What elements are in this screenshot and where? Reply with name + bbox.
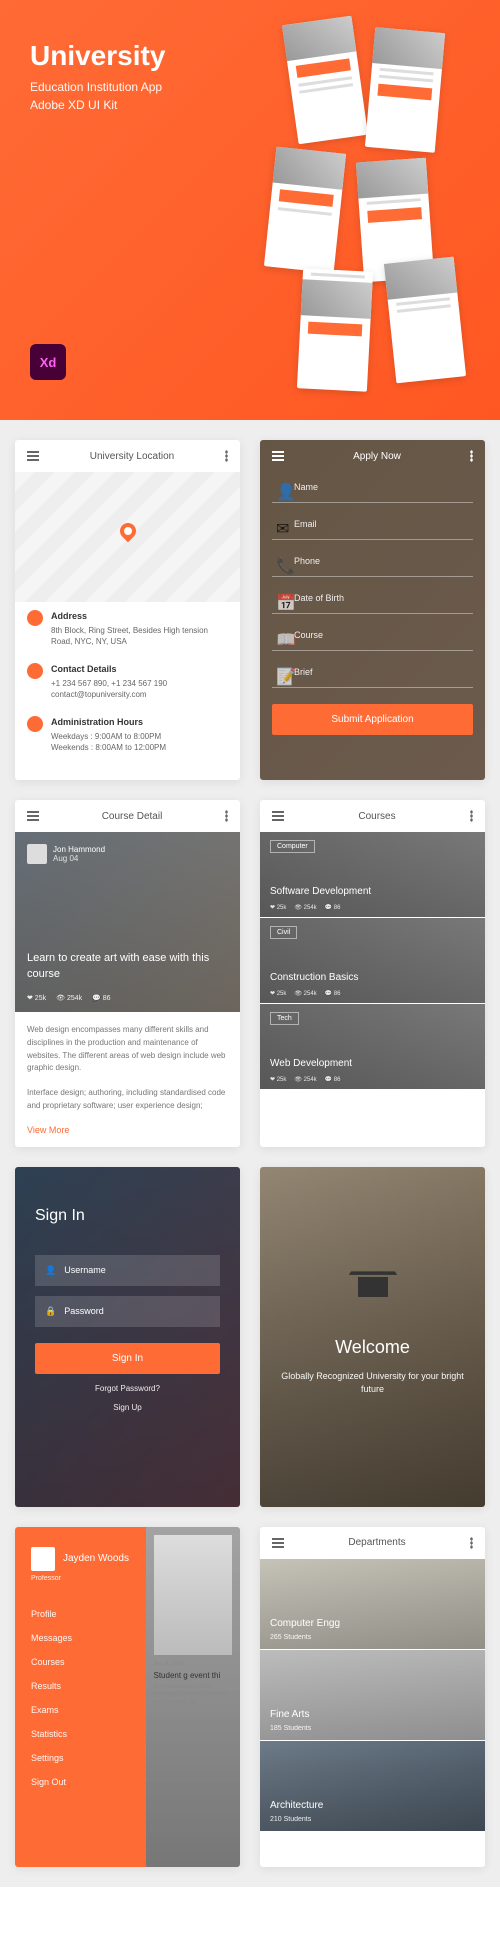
location-screen: University Location Address8th Block, Ri… bbox=[15, 440, 240, 780]
contact-row: Contact Details+1 234 567 890, +1 234 56… bbox=[15, 655, 240, 708]
address-row: Address8th Block, Ring Street, Besides H… bbox=[15, 602, 240, 655]
courses-screen: Courses Computer Software Development ❤ … bbox=[260, 800, 485, 1147]
name-field[interactable]: 👤Name bbox=[272, 472, 473, 503]
password-input[interactable]: 🔒Password bbox=[35, 1296, 220, 1327]
forgot-password-link[interactable]: Forgot Password? bbox=[35, 1384, 220, 1393]
course-detail-screen: Course Detail Jon HammondAug 04 Learn to… bbox=[15, 800, 240, 1147]
more-icon[interactable] bbox=[470, 1537, 473, 1549]
more-icon[interactable] bbox=[470, 810, 473, 822]
xd-icon: Xd bbox=[30, 344, 66, 380]
course-item[interactable]: Tech Web Development ❤ 25k👁 254k💬 86 bbox=[260, 1004, 485, 1089]
map-pin-icon bbox=[116, 519, 139, 542]
phone-icon bbox=[27, 663, 43, 679]
apply-screen: Apply Now 👤Name ✉Email 📞Phone 📅Date of B… bbox=[260, 440, 485, 780]
note-icon: 📝 bbox=[276, 667, 286, 677]
menu-icon[interactable] bbox=[27, 811, 39, 821]
welcome-title: Welcome bbox=[335, 1337, 410, 1358]
watermark: gfxtra.com bbox=[428, 1851, 475, 1862]
screen-title: University Location bbox=[90, 451, 174, 462]
menu-settings[interactable]: Settings bbox=[31, 1746, 130, 1770]
brief-field[interactable]: 📝Brief bbox=[272, 657, 473, 688]
signup-link[interactable]: Sign Up bbox=[35, 1403, 220, 1412]
map-view[interactable] bbox=[15, 472, 240, 602]
calendar-icon: 📅 bbox=[276, 593, 286, 603]
preview-mockups bbox=[210, 10, 490, 390]
course-description-2: Interface design; authoring, including s… bbox=[15, 1087, 240, 1125]
detail-hero: Jon HammondAug 04 Learn to create art wi… bbox=[15, 832, 240, 1012]
departments-screen: Departments Computer Engg 265 Students F… bbox=[260, 1527, 485, 1867]
email-field[interactable]: ✉Email bbox=[272, 509, 473, 540]
course-heading: Learn to create art with ease with this … bbox=[27, 951, 228, 982]
course-field[interactable]: 📖Course bbox=[272, 620, 473, 651]
user-profile[interactable]: Jayden Woods bbox=[31, 1547, 130, 1571]
user-avatar bbox=[31, 1547, 55, 1571]
menu-results[interactable]: Results bbox=[31, 1674, 130, 1698]
dob-field[interactable]: 📅Date of Birth bbox=[272, 583, 473, 614]
welcome-screen: Welcome Globally Recognized University f… bbox=[260, 1167, 485, 1507]
screens-grid: University Location Address8th Block, Ri… bbox=[0, 420, 500, 1887]
graduation-cap-icon bbox=[358, 1277, 388, 1297]
more-icon[interactable] bbox=[225, 810, 228, 822]
menu-icon[interactable] bbox=[272, 1538, 284, 1548]
signin-title: Sign In bbox=[35, 1207, 220, 1225]
welcome-text: Globally Recognized University for your … bbox=[280, 1370, 465, 1397]
menu-exams[interactable]: Exams bbox=[31, 1698, 130, 1722]
screen-title: Course Detail bbox=[102, 811, 163, 822]
nav-drawer: Jayden Woods Professor Profile Messages … bbox=[15, 1527, 146, 1867]
book-icon: 📖 bbox=[276, 630, 286, 640]
screen-title: Departments bbox=[348, 1537, 405, 1548]
menu-statistics[interactable]: Statistics bbox=[31, 1722, 130, 1746]
view-more-link[interactable]: View More bbox=[15, 1125, 240, 1147]
signin-button[interactable]: Sign In bbox=[35, 1343, 220, 1374]
menu-courses[interactable]: Courses bbox=[31, 1650, 130, 1674]
user-icon: 👤 bbox=[45, 1265, 56, 1276]
screen-title: Courses bbox=[358, 811, 395, 822]
more-icon[interactable] bbox=[470, 450, 473, 462]
department-item[interactable]: Computer Engg 265 Students bbox=[260, 1559, 485, 1649]
lock-icon: 🔒 bbox=[45, 1306, 56, 1317]
department-item[interactable]: Architecture 210 Students bbox=[260, 1741, 485, 1831]
user-icon: 👤 bbox=[276, 482, 286, 492]
signin-screen: Sign In 👤Username 🔒Password Sign In Forg… bbox=[15, 1167, 240, 1507]
course-item[interactable]: Civil Construction Basics ❤ 25k👁 254k💬 8… bbox=[260, 918, 485, 1003]
course-item[interactable]: Computer Software Development ❤ 25k👁 254… bbox=[260, 832, 485, 917]
phone-icon: 📞 bbox=[276, 556, 286, 566]
course-description-1: Web design encompasses many different sk… bbox=[15, 1012, 240, 1087]
more-icon[interactable] bbox=[225, 450, 228, 462]
menu-profile[interactable]: Profile bbox=[31, 1602, 130, 1626]
menu-signout[interactable]: Sign Out bbox=[31, 1770, 130, 1794]
menu-icon[interactable] bbox=[272, 811, 284, 821]
hours-row: Administration HoursWeekdays : 9:00AM to… bbox=[15, 708, 240, 761]
drawer-screen: Jayden Woods Professor Profile Messages … bbox=[15, 1527, 240, 1867]
location-icon bbox=[27, 610, 43, 626]
submit-button[interactable]: Submit Application bbox=[272, 704, 473, 735]
username-input[interactable]: 👤Username bbox=[35, 1255, 220, 1286]
course-stats: ❤ 25k👁 254k💬 86 bbox=[27, 994, 111, 1002]
menu-messages[interactable]: Messages bbox=[31, 1626, 130, 1650]
menu-icon[interactable] bbox=[272, 451, 284, 461]
drawer-background: Dec 11, 2018 Student g event thi An impo… bbox=[146, 1527, 241, 1867]
author-row[interactable]: Jon HammondAug 04 bbox=[27, 844, 228, 864]
screen-title: Apply Now bbox=[353, 451, 401, 462]
author-avatar bbox=[27, 844, 47, 864]
department-item[interactable]: Fine Arts 185 Students bbox=[260, 1650, 485, 1740]
menu-icon[interactable] bbox=[27, 451, 39, 461]
mail-icon: ✉ bbox=[276, 519, 286, 529]
clock-icon bbox=[27, 716, 43, 732]
hero-banner: University Education Institution App Ado… bbox=[0, 0, 500, 420]
phone-field[interactable]: 📞Phone bbox=[272, 546, 473, 577]
